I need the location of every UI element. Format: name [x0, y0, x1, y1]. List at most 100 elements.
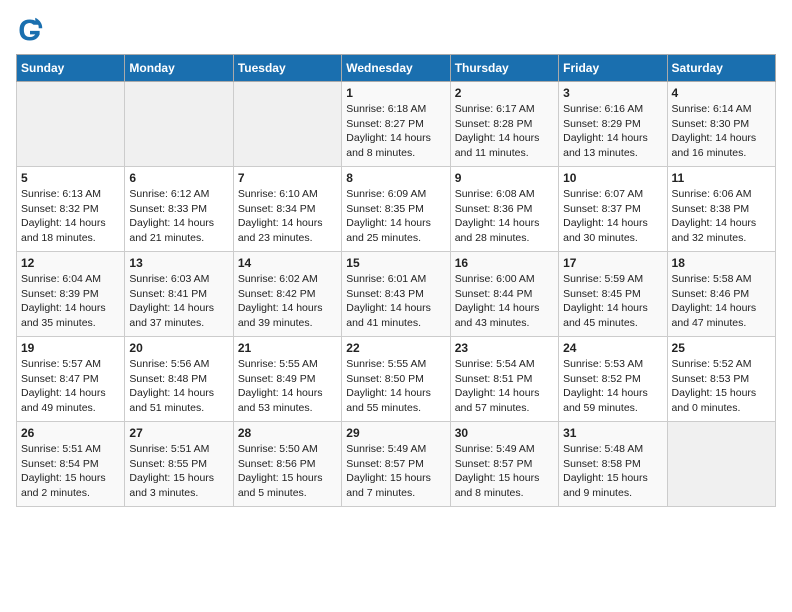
- day-number: 24: [563, 341, 662, 355]
- day-number: 26: [21, 426, 120, 440]
- day-number: 13: [129, 256, 228, 270]
- day-info: Sunrise: 5:48 AMSunset: 8:58 PMDaylight:…: [563, 443, 648, 499]
- day-info: Sunrise: 5:54 AMSunset: 8:51 PMDaylight:…: [455, 358, 540, 414]
- day-number: 23: [455, 341, 554, 355]
- day-number: 14: [238, 256, 337, 270]
- day-info: Sunrise: 6:17 AMSunset: 8:28 PMDaylight:…: [455, 103, 540, 159]
- day-info: Sunrise: 6:16 AMSunset: 8:29 PMDaylight:…: [563, 103, 648, 159]
- day-number: 9: [455, 171, 554, 185]
- day-number: 18: [672, 256, 771, 270]
- page-header: [16, 16, 776, 44]
- day-number: 15: [346, 256, 445, 270]
- day-info: Sunrise: 6:13 AMSunset: 8:32 PMDaylight:…: [21, 188, 106, 244]
- calendar-day-8: 8 Sunrise: 6:09 AMSunset: 8:35 PMDaylight…: [342, 167, 450, 252]
- calendar-day-3: 3 Sunrise: 6:16 AMSunset: 8:29 PMDaylight…: [559, 82, 667, 167]
- day-number: 22: [346, 341, 445, 355]
- day-number: 28: [238, 426, 337, 440]
- calendar-week-row: 19Sunrise: 5:57 AMSunset: 8:47 PMDayligh…: [17, 337, 776, 422]
- days-of-week-row: SundayMondayTuesdayWednesdayThursdayFrid…: [17, 55, 776, 82]
- calendar-day-20: 20 Sunrise: 5:56 AMSunset: 8:48 PMDayligh…: [125, 337, 233, 422]
- empty-day-cell: [125, 82, 233, 167]
- day-number: 29: [346, 426, 445, 440]
- day-info: Sunrise: 6:01 AMSunset: 8:43 PMDaylight:…: [346, 273, 431, 329]
- day-info: Sunrise: 6:18 AMSunset: 8:27 PMDaylight:…: [346, 103, 431, 159]
- calendar-body: 1 Sunrise: 6:18 AMSunset: 8:27 PMDaylight…: [17, 82, 776, 507]
- day-number: 25: [672, 341, 771, 355]
- day-number: 16: [455, 256, 554, 270]
- day-info: Sunrise: 5:55 AMSunset: 8:49 PMDaylight:…: [238, 358, 323, 414]
- calendar-day-13: 13 Sunrise: 6:03 AMSunset: 8:41 PMDayligh…: [125, 252, 233, 337]
- day-info: Sunrise: 5:55 AMSunset: 8:50 PMDaylight:…: [346, 358, 431, 414]
- day-info: Sunrise: 6:02 AMSunset: 8:42 PMDaylight:…: [238, 273, 323, 329]
- day-info: Sunrise: 6:00 AMSunset: 8:44 PMDaylight:…: [455, 273, 540, 329]
- calendar-week-row: 1 Sunrise: 6:18 AMSunset: 8:27 PMDaylight…: [17, 82, 776, 167]
- day-info: Sunrise: 5:49 AMSunset: 8:57 PMDaylight:…: [346, 443, 431, 499]
- day-number: 7: [238, 171, 337, 185]
- day-info: Sunrise: 6:08 AMSunset: 8:36 PMDaylight:…: [455, 188, 540, 244]
- day-info: Sunrise: 6:10 AMSunset: 8:34 PMDaylight:…: [238, 188, 323, 244]
- day-info: Sunrise: 5:49 AMSunset: 8:57 PMDaylight:…: [455, 443, 540, 499]
- calendar-day-31: 31 Sunrise: 5:48 AMSunset: 8:58 PMDayligh…: [559, 422, 667, 507]
- empty-day-cell: [233, 82, 341, 167]
- weekday-header-monday: Monday: [125, 55, 233, 82]
- calendar-day-29: 29 Sunrise: 5:49 AMSunset: 8:57 PMDayligh…: [342, 422, 450, 507]
- calendar-day-30: 30 Sunrise: 5:49 AMSunset: 8:57 PMDayligh…: [450, 422, 558, 507]
- calendar-day-22: 22 Sunrise: 5:55 AMSunset: 8:50 PMDayligh…: [342, 337, 450, 422]
- day-number: 2: [455, 86, 554, 100]
- day-number: 30: [455, 426, 554, 440]
- weekday-header-tuesday: Tuesday: [233, 55, 341, 82]
- day-number: 8: [346, 171, 445, 185]
- weekday-header-friday: Friday: [559, 55, 667, 82]
- weekday-header-saturday: Saturday: [667, 55, 775, 82]
- day-number: 21: [238, 341, 337, 355]
- day-number: 11: [672, 171, 771, 185]
- day-info: Sunrise: 5:58 AMSunset: 8:46 PMDaylight:…: [672, 273, 757, 329]
- calendar-week-row: 26 Sunrise: 5:51 AMSunset: 8:54 PMDayligh…: [17, 422, 776, 507]
- calendar-day-25: 25 Sunrise: 5:52 AMSunset: 8:53 PMDayligh…: [667, 337, 775, 422]
- calendar-header: SundayMondayTuesdayWednesdayThursdayFrid…: [17, 55, 776, 82]
- day-number: 5: [21, 171, 120, 185]
- calendar-day-18: 18 Sunrise: 5:58 AMSunset: 8:46 PMDayligh…: [667, 252, 775, 337]
- day-info: Sunrise: 6:09 AMSunset: 8:35 PMDaylight:…: [346, 188, 431, 244]
- day-info: Sunrise: 6:14 AMSunset: 8:30 PMDaylight:…: [672, 103, 757, 159]
- general-blue-icon: [16, 16, 44, 44]
- day-number: 4: [672, 86, 771, 100]
- calendar-day-7: 7 Sunrise: 6:10 AMSunset: 8:34 PMDaylight…: [233, 167, 341, 252]
- calendar-day-16: 16 Sunrise: 6:00 AMSunset: 8:44 PMDayligh…: [450, 252, 558, 337]
- logo: [16, 16, 48, 44]
- calendar-day-28: 28 Sunrise: 5:50 AMSunset: 8:56 PMDayligh…: [233, 422, 341, 507]
- day-number: 12: [21, 256, 120, 270]
- day-info: Sunrise: 6:06 AMSunset: 8:38 PMDaylight:…: [672, 188, 757, 244]
- calendar-day-15: 15 Sunrise: 6:01 AMSunset: 8:43 PMDayligh…: [342, 252, 450, 337]
- day-number: 10: [563, 171, 662, 185]
- empty-day-cell: [667, 422, 775, 507]
- day-number: 1: [346, 86, 445, 100]
- calendar-day-21: 21 Sunrise: 5:55 AMSunset: 8:49 PMDayligh…: [233, 337, 341, 422]
- day-number: 20: [129, 341, 228, 355]
- day-info: Sunrise: 5:50 AMSunset: 8:56 PMDaylight:…: [238, 443, 323, 499]
- day-info: Sunrise: 6:12 AMSunset: 8:33 PMDaylight:…: [129, 188, 214, 244]
- weekday-header-wednesday: Wednesday: [342, 55, 450, 82]
- day-info: Sunrise: 5:52 AMSunset: 8:53 PMDaylight:…: [672, 358, 757, 414]
- day-info: Sunrise: 5:51 AMSunset: 8:55 PMDaylight:…: [129, 443, 214, 499]
- calendar-day-27: 27Sunrise: 5:51 AMSunset: 8:55 PMDayligh…: [125, 422, 233, 507]
- weekday-header-sunday: Sunday: [17, 55, 125, 82]
- calendar-day-4: 4 Sunrise: 6:14 AMSunset: 8:30 PMDaylight…: [667, 82, 775, 167]
- empty-day-cell: [17, 82, 125, 167]
- calendar-day-10: 10Sunrise: 6:07 AMSunset: 8:37 PMDayligh…: [559, 167, 667, 252]
- calendar-day-5: 5 Sunrise: 6:13 AMSunset: 8:32 PMDaylight…: [17, 167, 125, 252]
- calendar-day-1: 1 Sunrise: 6:18 AMSunset: 8:27 PMDaylight…: [342, 82, 450, 167]
- day-info: Sunrise: 5:59 AMSunset: 8:45 PMDaylight:…: [563, 273, 648, 329]
- calendar-day-23: 23 Sunrise: 5:54 AMSunset: 8:51 PMDayligh…: [450, 337, 558, 422]
- calendar-day-9: 9 Sunrise: 6:08 AMSunset: 8:36 PMDaylight…: [450, 167, 558, 252]
- day-number: 3: [563, 86, 662, 100]
- calendar-day-6: 6Sunrise: 6:12 AMSunset: 8:33 PMDaylight…: [125, 167, 233, 252]
- calendar-day-2: 2 Sunrise: 6:17 AMSunset: 8:28 PMDaylight…: [450, 82, 558, 167]
- day-info: Sunrise: 5:56 AMSunset: 8:48 PMDaylight:…: [129, 358, 214, 414]
- day-info: Sunrise: 5:51 AMSunset: 8:54 PMDaylight:…: [21, 443, 106, 499]
- day-info: Sunrise: 6:03 AMSunset: 8:41 PMDaylight:…: [129, 273, 214, 329]
- calendar-day-26: 26 Sunrise: 5:51 AMSunset: 8:54 PMDayligh…: [17, 422, 125, 507]
- calendar-day-14: 14 Sunrise: 6:02 AMSunset: 8:42 PMDayligh…: [233, 252, 341, 337]
- day-number: 31: [563, 426, 662, 440]
- calendar-day-19: 19Sunrise: 5:57 AMSunset: 8:47 PMDayligh…: [17, 337, 125, 422]
